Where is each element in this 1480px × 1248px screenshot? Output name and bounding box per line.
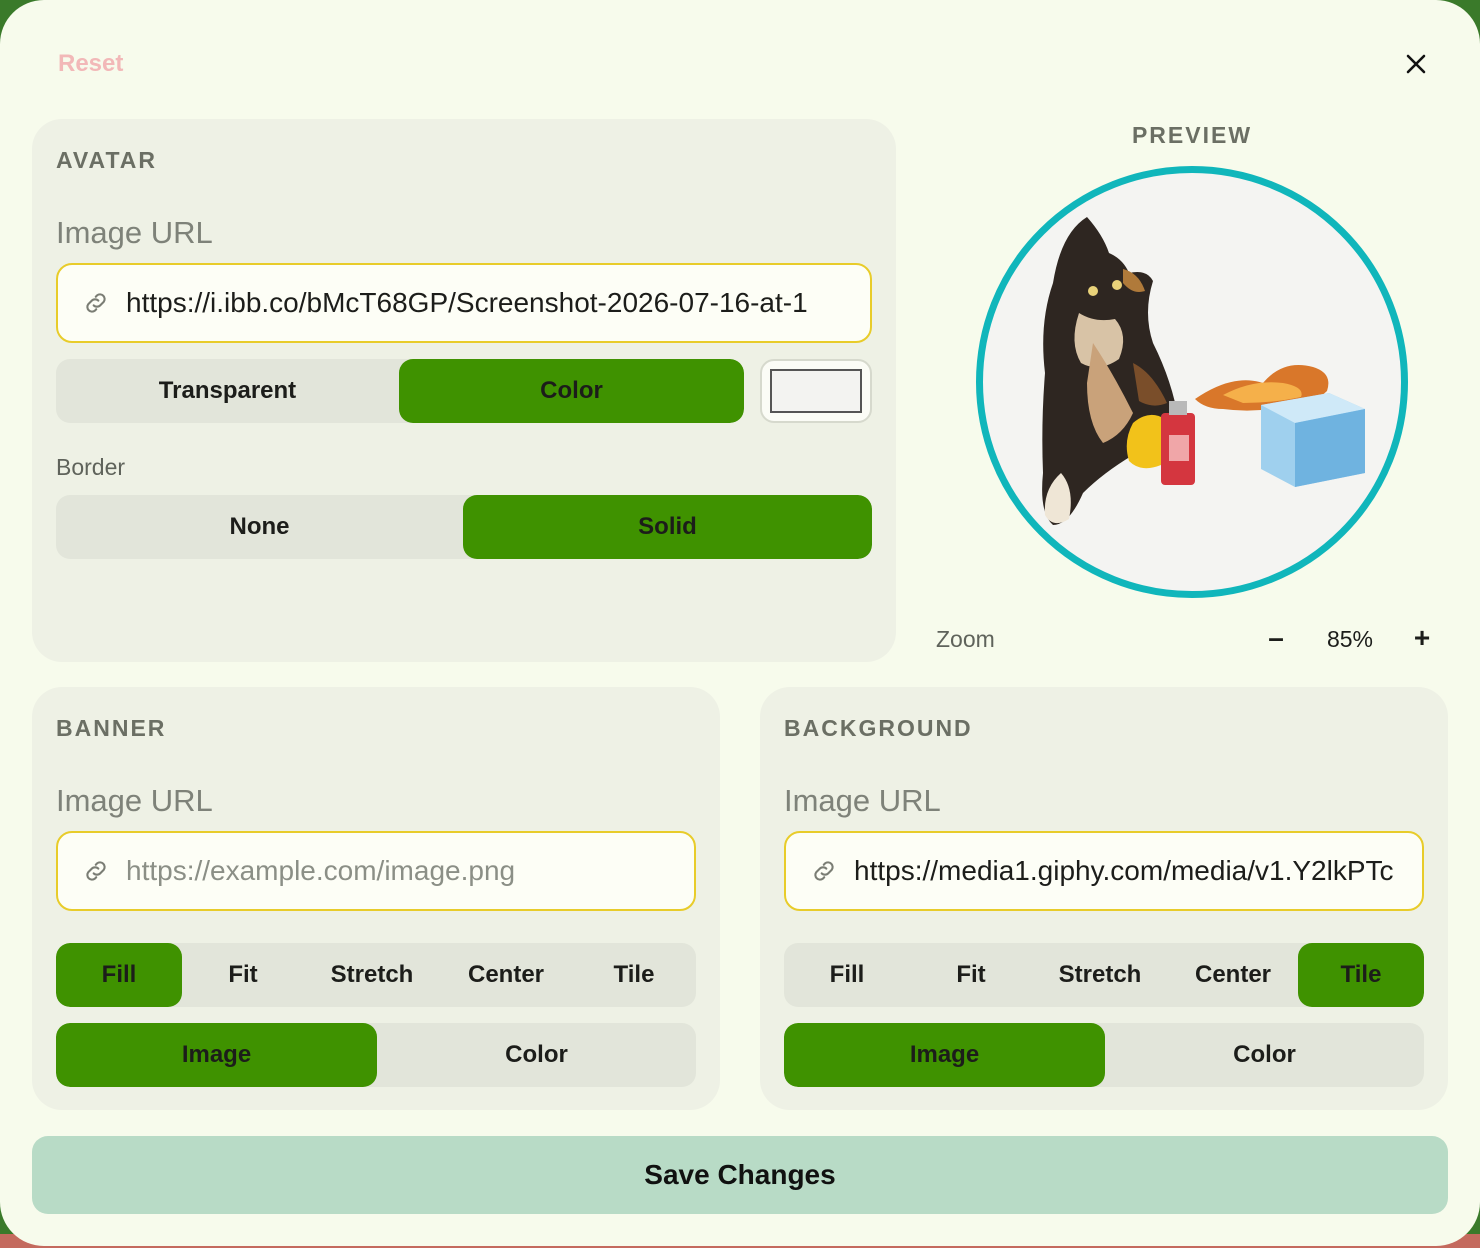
cat-sticker-image: [1042, 217, 1365, 525]
background-fit-fill-option[interactable]: Fill: [784, 943, 910, 1007]
avatar-bg-transparent-option[interactable]: Transparent: [56, 359, 399, 423]
banner-source-color-option[interactable]: Color: [377, 1023, 696, 1087]
background-card: BACKGROUND Image URL https://media1.giph…: [760, 687, 1448, 1110]
avatar-card: AVATAR Image URL https://i.ibb.co/bMcT68…: [32, 119, 896, 662]
avatar-preview: [976, 166, 1408, 598]
background-fit-center-option[interactable]: Center: [1168, 943, 1298, 1007]
avatar-border-label: Border: [56, 454, 126, 480]
avatar-title: AVATAR: [56, 147, 158, 173]
banner-fit-toggle: Fill Fit Stretch Center Tile: [56, 943, 696, 1007]
banner-image-url-label: Image URL: [56, 783, 213, 818]
reset-button[interactable]: Reset: [58, 50, 123, 78]
banner-title: BANNER: [56, 715, 167, 741]
background-source-image-option[interactable]: Image: [784, 1023, 1105, 1087]
link-icon: [814, 861, 834, 881]
avatar-bg-color-option[interactable]: Color: [399, 359, 744, 423]
link-icon: [86, 293, 106, 313]
avatar-image-url-label: Image URL: [56, 215, 213, 250]
banner-card: BANNER Image URL https://example.com/ima…: [32, 687, 720, 1110]
background-fit-stretch-option[interactable]: Stretch: [1032, 943, 1168, 1007]
banner-fit-center-option[interactable]: Center: [440, 943, 572, 1007]
background-fit-fit-option[interactable]: Fit: [910, 943, 1032, 1007]
save-changes-button[interactable]: Save Changes: [32, 1136, 1448, 1214]
avatar-color-swatch[interactable]: [760, 359, 872, 423]
banner-source-image-option[interactable]: Image: [56, 1023, 377, 1087]
zoom-out-button[interactable]: –: [1262, 622, 1290, 658]
avatar-border-toggle: None Solid: [56, 495, 872, 559]
preview-title: PREVIEW: [1131, 122, 1253, 148]
background-image-url-value: https://media1.giphy.com/media/v1.Y2lkPT…: [854, 855, 1394, 886]
close-icon: [1406, 54, 1426, 74]
background-fit-toggle: Fill Fit Stretch Center Tile: [784, 943, 1424, 1007]
background-title: BACKGROUND: [784, 715, 973, 741]
avatar-image-url-input[interactable]: https://i.ibb.co/bMcT68GP/Screenshot-202…: [56, 263, 872, 343]
link-icon: [86, 861, 106, 881]
banner-fit-fit-option[interactable]: Fit: [182, 943, 304, 1007]
background-source-color-option[interactable]: Color: [1105, 1023, 1424, 1087]
banner-fit-fill-option[interactable]: Fill: [56, 943, 182, 1007]
banner-fit-tile-option[interactable]: Tile: [572, 943, 696, 1007]
avatar-background-toggle: Transparent Color: [56, 359, 744, 423]
background-image-url-input[interactable]: https://media1.giphy.com/media/v1.Y2lkPT…: [784, 831, 1424, 911]
background-image-url-label: Image URL: [784, 783, 941, 818]
avatar-border-none-option[interactable]: None: [56, 495, 463, 559]
zoom-label: Zoom: [936, 626, 995, 652]
avatar-image-url-value: https://i.ibb.co/bMcT68GP/Screenshot-202…: [126, 287, 808, 318]
zoom-in-button[interactable]: +: [1408, 622, 1436, 658]
banner-fit-stretch-option[interactable]: Stretch: [304, 943, 440, 1007]
color-swatch-fill: [770, 369, 862, 413]
avatar-border-solid-option[interactable]: Solid: [463, 495, 872, 559]
background-fit-tile-option[interactable]: Tile: [1298, 943, 1424, 1007]
banner-image-url-placeholder: https://example.com/image.png: [126, 855, 516, 886]
zoom-value: 85%: [1326, 626, 1374, 652]
background-source-toggle: Image Color: [784, 1023, 1424, 1087]
close-button[interactable]: [1398, 46, 1434, 82]
banner-source-toggle: Image Color: [56, 1023, 696, 1087]
profile-customization-modal: Reset AVATAR Image URL https://i.ibb.co/…: [0, 0, 1480, 1246]
banner-image-url-input[interactable]: https://example.com/image.png: [56, 831, 696, 911]
